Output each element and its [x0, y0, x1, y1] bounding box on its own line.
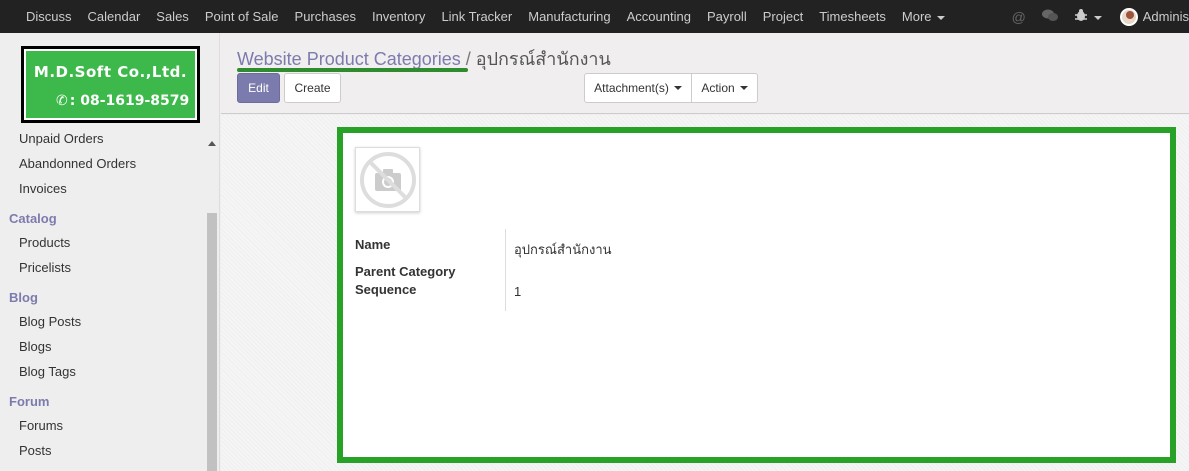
logo-phone: ✆: 08-1619-8579: [56, 93, 189, 109]
at-icon[interactable]: @: [1012, 9, 1026, 25]
menu-sales[interactable]: Sales: [148, 9, 197, 24]
breadcrumb-separator: /: [465, 49, 471, 69]
sidebar-item-products[interactable]: Products: [19, 235, 70, 250]
sequence-label: Sequence: [355, 282, 417, 297]
menu-accounting[interactable]: Accounting: [619, 9, 699, 24]
chevron-down-icon: [739, 86, 748, 90]
create-button[interactable]: Create: [284, 73, 341, 103]
menu-discuss[interactable]: Discuss: [18, 9, 80, 24]
menu-purchases[interactable]: Purchases: [287, 9, 364, 24]
chevron-down-icon: [673, 86, 682, 90]
sidebar-scrollbar[interactable]: [206, 135, 218, 471]
menu-more-label: More: [901, 9, 932, 24]
menu-more[interactable]: More: [894, 9, 953, 24]
menu-point-of-sale[interactable]: Point of Sale: [197, 9, 287, 24]
app-menu: Discuss Calendar Sales Point of Sale Pur…: [18, 0, 953, 33]
sidebar-item-blog-posts[interactable]: Blog Posts: [19, 314, 81, 329]
sidebar-item-pricelists[interactable]: Pricelists: [19, 260, 71, 275]
menu-payroll[interactable]: Payroll: [699, 9, 755, 24]
scroll-up-arrow-icon[interactable]: [208, 141, 216, 146]
sidebar: M.D.Soft Co.,Ltd. ✆: 08-1619-8579 Unpaid…: [0, 33, 220, 471]
sidebar-item-forums[interactable]: Forums: [19, 418, 63, 433]
sidebar-section-catalog: Catalog: [9, 211, 57, 226]
menu-link-tracker[interactable]: Link Tracker: [433, 9, 520, 24]
sidebar-item-abandonned-orders[interactable]: Abandonned Orders: [19, 156, 136, 171]
control-panel: Website Product Categories / อุปกรณ์สำนักง…: [221, 33, 1189, 114]
sidebar-item-blogs[interactable]: Blogs: [19, 339, 52, 354]
sidebar-item-unpaid-orders[interactable]: Unpaid Orders: [19, 131, 104, 146]
bug-icon[interactable]: [1074, 8, 1102, 25]
top-navbar: Discuss Calendar Sales Point of Sale Pur…: [0, 0, 1189, 33]
menu-manufacturing[interactable]: Manufacturing: [520, 9, 618, 24]
scrollbar-thumb[interactable]: [207, 213, 217, 471]
breadcrumb-current: อุปกรณ์สำนักงาน: [475, 49, 611, 69]
sidebar-item-blog-tags[interactable]: Blog Tags: [19, 364, 76, 379]
name-value: อุปกรณ์สำนักงาน: [514, 242, 612, 257]
logo-panel: M.D.Soft Co.,Ltd. ✆: 08-1619-8579: [24, 49, 197, 120]
attachments-dropdown[interactable]: Attachment(s): [584, 73, 692, 103]
avatar: [1119, 7, 1138, 26]
form-view: Name อุปกรณ์สำนักงาน Parent Category Seq…: [221, 115, 1189, 471]
sequence-value: 1: [514, 284, 522, 299]
chevron-down-icon: [1093, 16, 1102, 21]
logo-company-name: M.D.Soft Co.,Ltd.: [33, 63, 188, 81]
edit-button[interactable]: Edit: [237, 73, 280, 103]
logo-phone-number: : 08-1619-8579: [69, 93, 190, 109]
systray: @ Adminis: [1004, 0, 1189, 33]
category-image[interactable]: [355, 147, 420, 212]
parent-category-label: Parent Category: [355, 264, 456, 279]
breadcrumb-parent-link[interactable]: Website Product Categories: [237, 49, 461, 69]
highlight-underline: [237, 68, 468, 72]
no-image-camera-icon: [360, 152, 416, 208]
chevron-down-icon: [936, 15, 945, 20]
user-name: Adminis: [1142, 9, 1189, 24]
sidebar-section-forum: Forum: [9, 394, 50, 409]
sidebar-item-invoices[interactable]: Invoices: [19, 181, 67, 196]
form-sheet: Name อุปกรณ์สำนักงาน Parent Category Seq…: [337, 127, 1176, 463]
chat-icon[interactable]: [1041, 9, 1058, 25]
attachments-label: Attachment(s): [594, 81, 669, 95]
menu-inventory[interactable]: Inventory: [364, 9, 433, 24]
phone-icon: ✆: [56, 93, 68, 109]
menu-project[interactable]: Project: [755, 9, 811, 24]
action-label: Action: [701, 81, 735, 95]
menu-timesheets[interactable]: Timesheets: [811, 9, 894, 24]
action-dropdown[interactable]: Action: [691, 73, 758, 103]
sidebar-section-blog: Blog: [9, 290, 38, 305]
sidebar-item-posts[interactable]: Posts: [19, 443, 52, 458]
name-label: Name: [355, 237, 391, 252]
user-menu[interactable]: Adminis: [1119, 7, 1189, 26]
menu-calendar[interactable]: Calendar: [80, 9, 149, 24]
company-logo: M.D.Soft Co.,Ltd. ✆: 08-1619-8579: [21, 46, 200, 123]
field-divider: [505, 229, 506, 311]
